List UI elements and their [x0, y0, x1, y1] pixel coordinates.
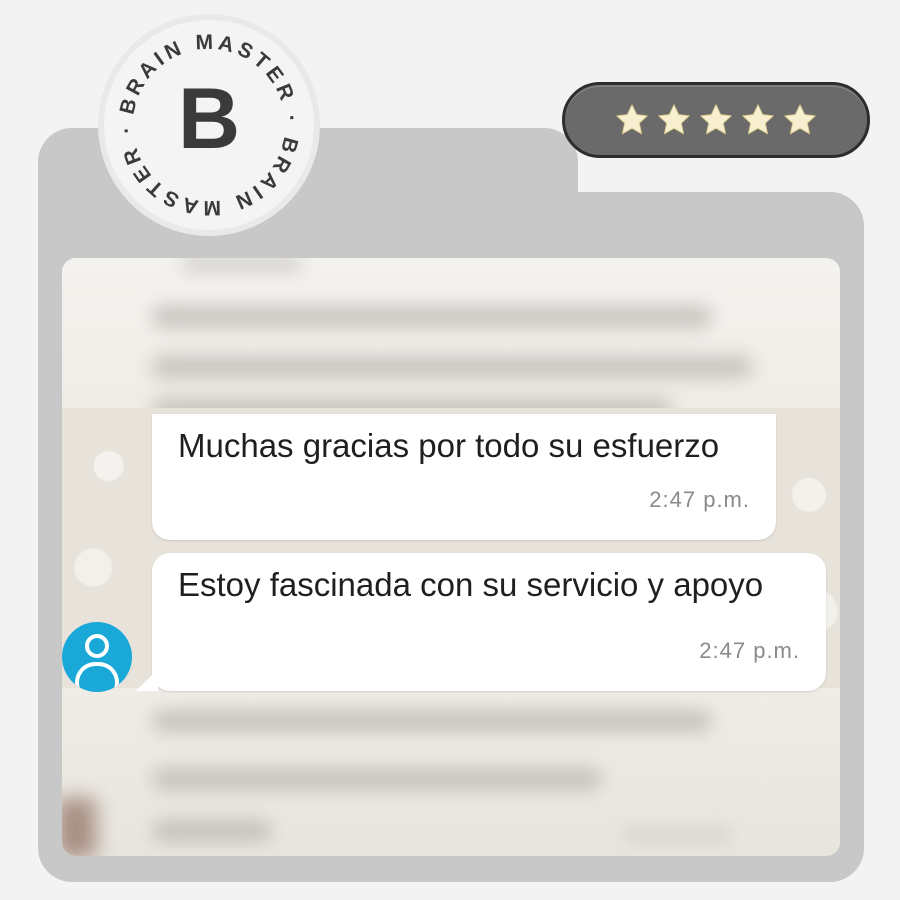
star-icon: [658, 104, 690, 135]
star-icon: [700, 104, 732, 135]
avatar-shoulders: [75, 662, 119, 688]
star-icon: [742, 104, 774, 135]
brain-master-logo: BRAIN MASTER · BRAIN MASTER · B: [104, 20, 314, 230]
message-time: 2:47 p.m.: [649, 487, 750, 512]
blurred-message-below: [62, 688, 840, 856]
logo-letter: B: [178, 71, 240, 167]
bubble-tail: [136, 669, 158, 691]
message-text: Muchas gracias por todo su esfuerzo: [178, 427, 720, 464]
message-bubble: Estoy fascinada con su servicio y apoyo …: [136, 553, 826, 691]
blurred-avatar: [62, 798, 96, 856]
user-icon: [62, 622, 132, 692]
logo-graphic: BRAIN MASTER · BRAIN MASTER · B: [115, 31, 299, 219]
message-bubble: Muchas gracias por todo su esfuerzo 2:47…: [152, 414, 776, 540]
blurred-message-above: [62, 258, 840, 423]
message-text: Estoy fascinada con su servicio y apoyo: [178, 566, 764, 603]
rating-badge: [562, 82, 870, 158]
star-icon: [784, 104, 816, 135]
avatar-head: [85, 634, 109, 658]
star-icon: [616, 104, 648, 135]
message-time: 2:47 p.m.: [699, 638, 800, 663]
